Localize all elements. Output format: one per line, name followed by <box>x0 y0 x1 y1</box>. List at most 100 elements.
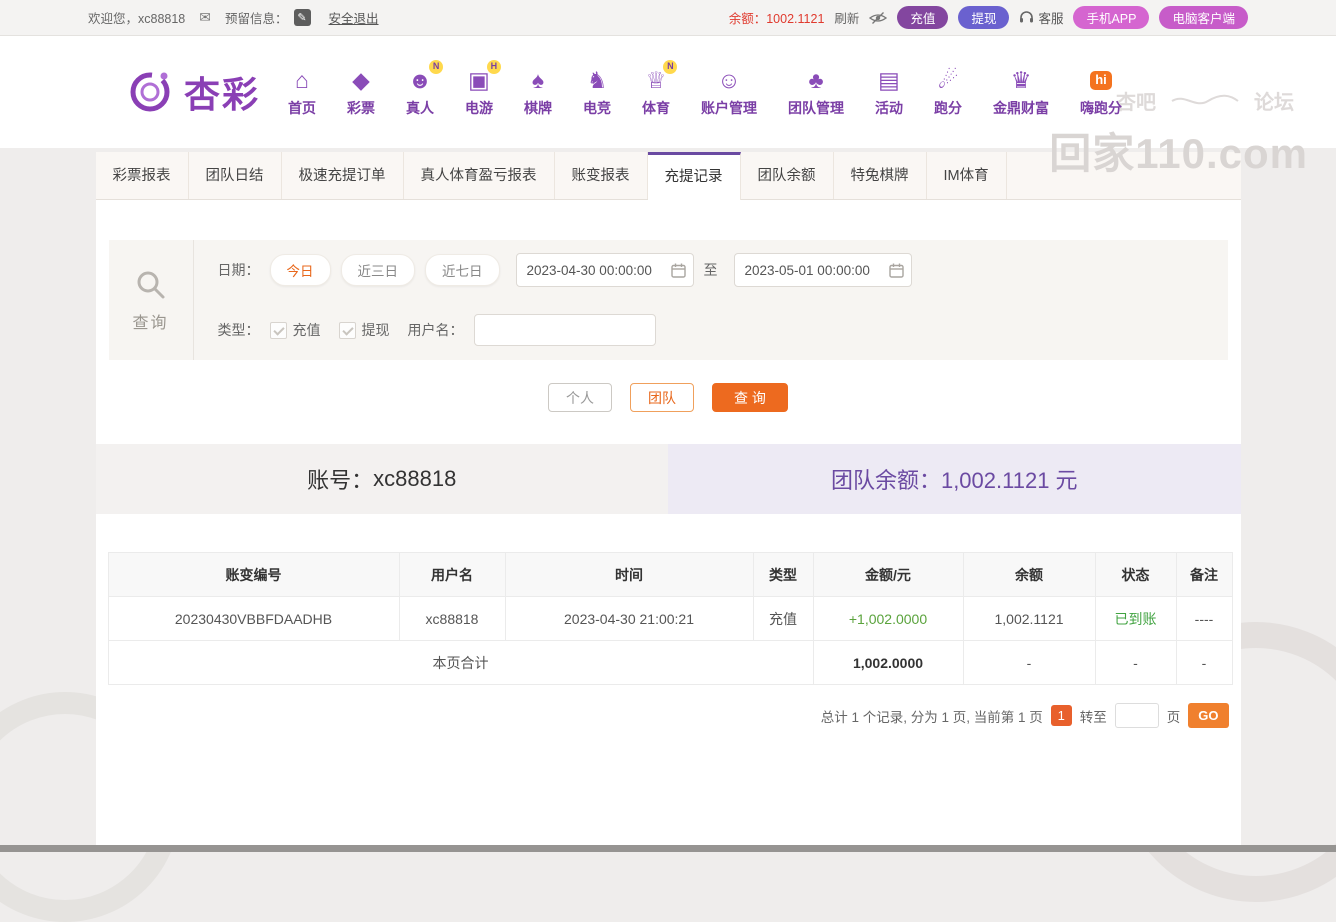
table-row: 20230430VBBFDAADHB xc88818 2023-04-30 21… <box>108 597 1232 641</box>
filter-search-column: 查询 <box>109 240 194 360</box>
tab-im-sports[interactable]: IM体育 <box>927 152 1007 199</box>
customer-service-link[interactable]: 客服 <box>1019 8 1063 27</box>
team-balance-value: 1,002.1121 元 <box>941 463 1078 495</box>
table-footer-row: 本页合计 1,002.0000 - - - <box>108 641 1232 685</box>
nav-esports[interactable]: ♞ 电竞 <box>583 67 611 118</box>
nav-account-management[interactable]: ☺ 账户管理 <box>701 67 757 118</box>
topbar: 欢迎您，xc88818 ✉ 预留信息： ✎ 安全退出 余额：1002.1121 … <box>0 0 1336 36</box>
account-icon: ☺ <box>717 67 740 95</box>
egames-icon: ▣ H <box>468 67 490 95</box>
nav-lottery[interactable]: ◆ 彩票 <box>347 67 375 118</box>
summary-strip: 账号： xc88818 团队余额： 1,002.1121 元 <box>96 444 1241 514</box>
date-from-input[interactable] <box>527 263 667 278</box>
type-label: 类型： <box>218 320 260 340</box>
customer-service-label: 客服 <box>1038 8 1063 27</box>
calendar-icon[interactable] <box>671 263 686 283</box>
checkbox-icon <box>339 322 356 339</box>
team-balance-label: 团队余额： <box>831 463 941 495</box>
date-label: 日期： <box>218 260 260 280</box>
withdraw-button[interactable]: 提现 <box>958 6 1009 29</box>
col-username: 用户名 <box>399 553 505 597</box>
table-header-row: 账变编号 用户名 时间 类型 金额/元 余额 状态 备注 <box>108 553 1232 597</box>
message-icon[interactable]: ✉ <box>199 9 211 26</box>
site-header: 杏吧 论坛 回家110.com 杏彩 ⌂ 首页 ◆ 彩票 ☻ <box>0 36 1336 148</box>
nav-team-management[interactable]: ♣ 团队管理 <box>788 67 844 118</box>
col-status: 状态 <box>1095 553 1176 597</box>
quick-3days-button[interactable]: 近三日 <box>341 254 416 286</box>
team-icon: ♣ <box>808 67 823 95</box>
quick-today-button[interactable]: 今日 <box>270 254 331 286</box>
lottery-icon: ◆ <box>352 67 370 95</box>
content-card: 彩票报表 团队日结 极速充提订单 真人体育盈亏报表 账变报表 充提记录 团队余额… <box>96 152 1241 845</box>
filter-panel: 查询 日期： 今日 近三日 近七日 <box>109 240 1228 360</box>
personal-button[interactable]: 个人 <box>548 383 612 412</box>
hi-icon: hi <box>1090 67 1112 95</box>
nav-home[interactable]: ⌂ 首页 <box>288 67 316 118</box>
nav-wealth[interactable]: ♛ 金鼎财富 <box>993 67 1049 118</box>
esports-icon: ♞ <box>587 67 608 95</box>
mobile-app-button[interactable]: 手机APP <box>1073 6 1149 29</box>
tab-team-daily[interactable]: 团队日结 <box>189 152 282 199</box>
date-to-input[interactable] <box>745 263 885 278</box>
live-icon: ☻ N <box>408 67 432 95</box>
nav-sports[interactable]: ♕ N 体育 <box>642 67 670 118</box>
nav-activity[interactable]: ▤ 活动 <box>875 67 903 118</box>
date-to-label: 至 <box>704 260 718 280</box>
cell-status: 已到账 <box>1095 597 1176 641</box>
cell-record-id: 20230430VBBFDAADHB <box>108 597 399 641</box>
goto-label: 转至 <box>1080 706 1107 726</box>
refresh-link[interactable]: 刷新 <box>834 8 859 27</box>
footer-status: - <box>1095 641 1176 685</box>
new-badge: N <box>663 60 677 74</box>
hot-badge: H <box>487 60 501 74</box>
account-label: 账号： <box>307 463 373 495</box>
tab-team-balance[interactable]: 团队余额 <box>741 152 834 199</box>
goto-page-input[interactable] <box>1115 703 1159 728</box>
calendar-icon[interactable] <box>889 263 904 283</box>
activity-icon: ▤ <box>878 67 900 95</box>
pc-client-button[interactable]: 电脑客户端 <box>1159 6 1248 29</box>
nav-paofen[interactable]: ☄ 跑分 <box>934 67 962 118</box>
logout-link[interactable]: 安全退出 <box>329 8 379 27</box>
quick-7days-button[interactable]: 近七日 <box>425 254 500 286</box>
new-badge: N <box>429 60 443 74</box>
edit-icon[interactable]: ✎ <box>294 9 311 26</box>
account-summary: 账号： xc88818 <box>96 444 669 514</box>
col-note: 备注 <box>1176 553 1232 597</box>
nav-hi-paofen[interactable]: hi 嗨跑分 <box>1080 67 1122 118</box>
tab-deposit-withdraw-records[interactable]: 充提记录 <box>648 152 741 200</box>
tab-live-sports-pl[interactable]: 真人体育盈亏报表 <box>404 152 555 199</box>
filter-search-label: 查询 <box>132 309 168 333</box>
date-to-field <box>734 253 912 287</box>
nav-chess[interactable]: ♠ 棋牌 <box>524 67 552 118</box>
tab-account-change[interactable]: 账变报表 <box>555 152 648 199</box>
withdraw-checkbox[interactable]: 提现 <box>339 320 390 340</box>
records-table: 账变编号 用户名 时间 类型 金额/元 余额 状态 备注 20230430VBB… <box>108 552 1229 685</box>
main-nav: ⌂ 首页 ◆ 彩票 ☻ N 真人 ▣ H 电游 ♠ 棋牌 ♞ <box>288 67 1122 118</box>
team-button[interactable]: 团队 <box>630 383 694 412</box>
chess-icon: ♠ <box>532 67 544 95</box>
wealth-icon: ♛ <box>1011 67 1032 95</box>
logo[interactable]: 杏彩 <box>124 66 260 118</box>
deposit-button[interactable]: 充值 <box>897 6 948 29</box>
balance-text: 余额：1002.1121 <box>729 8 825 27</box>
page-1-button[interactable]: 1 <box>1051 705 1072 726</box>
nav-egames[interactable]: ▣ H 电游 <box>465 67 493 118</box>
search-button[interactable]: 查 询 <box>712 383 788 412</box>
username-input[interactable] <box>474 314 656 346</box>
tab-tetu-chess[interactable]: 特兔棋牌 <box>834 152 927 199</box>
team-balance-summary: 团队余额： 1,002.1121 元 <box>668 444 1241 514</box>
nav-live[interactable]: ☻ N 真人 <box>406 67 434 118</box>
logo-text: 杏彩 <box>184 66 260 118</box>
welcome-text: 欢迎您，xc88818 <box>88 8 185 27</box>
go-button[interactable]: GO <box>1188 703 1228 728</box>
tab-fast-orders[interactable]: 极速充提订单 <box>282 152 404 199</box>
date-from-field <box>516 253 694 287</box>
footer-note: - <box>1176 641 1232 685</box>
footer-amount: 1,002.0000 <box>813 641 963 685</box>
sports-icon: ♕ N <box>646 67 667 95</box>
tab-lottery-report[interactable]: 彩票报表 <box>96 152 189 199</box>
deposit-checkbox[interactable]: 充值 <box>270 320 321 340</box>
hide-balance-icon[interactable] <box>869 11 887 25</box>
cell-balance: 1,002.1121 <box>963 597 1095 641</box>
